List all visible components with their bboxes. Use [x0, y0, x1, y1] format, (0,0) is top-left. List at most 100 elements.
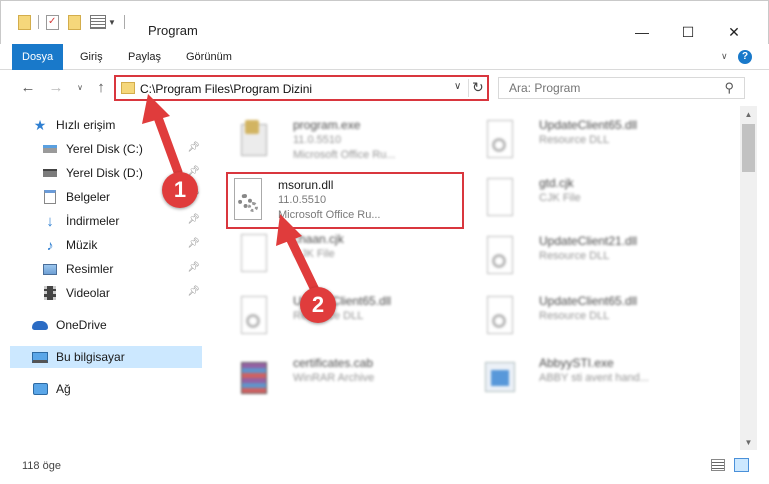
file-description: Microsoft Office Ru...	[293, 149, 396, 161]
scrollbar-thumb[interactable]	[742, 124, 755, 172]
pin-icon[interactable]: 📌︎	[187, 214, 200, 225]
sidebar-item-local-disk-c[interactable]: Yerel Disk (C:) 📌︎	[10, 138, 202, 160]
status-bar: 118 öge	[0, 450, 769, 484]
chevron-down-icon: ∨	[77, 82, 83, 92]
forward-button[interactable]: →	[47, 78, 65, 96]
file-item[interactable]: UpdateClient65.dll Resource DLL	[463, 112, 703, 168]
gear-file-icon	[232, 178, 266, 222]
file-name: UpdateClient65.dll	[539, 118, 638, 132]
archive-icon	[237, 356, 271, 400]
file-item[interactable]: gtd.cjk CJK File	[463, 170, 703, 226]
tab-home[interactable]: Giriş	[80, 44, 103, 70]
pictures-icon	[42, 262, 58, 276]
properties-icon[interactable]: ✓	[46, 14, 59, 30]
file-description: WinRAR Archive	[293, 372, 375, 384]
chevron-down-icon[interactable]: ∨	[721, 51, 728, 62]
file-item[interactable]: chaan.cjk CJK File	[217, 226, 457, 282]
sidebar-item-quick-access[interactable]: ★ Hızlı erişim	[10, 114, 202, 136]
file-description: CJK File	[539, 192, 581, 204]
file-item-highlighted[interactable]: msorun.dll 11.0.5510 Microsoft Office Ru…	[226, 172, 464, 229]
sidebar-item-downloads[interactable]: ↓ İndirmeler 📌︎	[10, 210, 202, 232]
search-input[interactable]	[509, 78, 709, 98]
chevron-down-icon[interactable]: ▼	[108, 18, 116, 27]
sidebar-item-onedrive[interactable]: OneDrive	[10, 314, 202, 336]
minimize-icon: —	[635, 24, 649, 40]
pin-icon[interactable]: 📌︎	[187, 262, 200, 273]
ribbon-tabs: Dosya Giriş Paylaş Görünüm ∨ ?	[0, 44, 769, 70]
step-badge-2: 2	[300, 287, 336, 323]
pin-icon[interactable]: 📌︎	[187, 142, 200, 153]
step-badge-1: 1	[162, 172, 198, 208]
file-name: gtd.cjk	[539, 176, 574, 190]
drive-icon	[42, 166, 58, 180]
file-item[interactable]: program.exe 11.0.5510 Microsoft Office R…	[217, 112, 457, 168]
up-button[interactable]: ↑	[92, 78, 110, 96]
cloud-icon	[32, 318, 48, 332]
address-bar[interactable]: C:\Program Files\Program Dizini ∨ ↻	[114, 75, 489, 101]
tiles-view-icon[interactable]	[734, 458, 749, 472]
file-description: Resource DLL	[539, 310, 610, 322]
folder-icon[interactable]	[18, 14, 31, 30]
sidebar-item-label: Yerel Disk (D:)	[66, 166, 143, 180]
search-box[interactable]: ⚲	[498, 77, 745, 99]
file-item[interactable]: UpdateClient65.dll Resource DLL	[217, 288, 457, 344]
sidebar-item-music[interactable]: ♪ Müzik 📌︎	[10, 234, 202, 256]
file-version: 11.0.5510	[293, 134, 342, 146]
computer-icon	[32, 350, 48, 364]
refresh-icon[interactable]: ↻	[472, 79, 484, 96]
separator	[468, 79, 469, 97]
maximize-button[interactable]: ☐	[665, 19, 711, 45]
tab-share[interactable]: Paylaş	[128, 44, 161, 70]
back-button[interactable]: ←	[19, 78, 37, 96]
file-item[interactable]: certificates.cab WinRAR Archive	[217, 350, 457, 406]
dll-icon	[483, 234, 517, 278]
file-name: program.exe	[293, 118, 361, 132]
pin-icon[interactable]: 📌︎	[187, 286, 200, 297]
network-icon	[32, 382, 48, 396]
sidebar-item-label: Yerel Disk (C:)	[66, 142, 143, 156]
navigation-bar: ← → ∨ ↑ C:\Program Files\Program Dizini …	[0, 70, 769, 106]
blank-file-icon	[237, 232, 271, 276]
sidebar-item-label: Bu bilgisayar	[56, 350, 125, 364]
chevron-down-icon[interactable]: ∨	[454, 81, 461, 92]
pin-icon[interactable]: 📌︎	[187, 238, 200, 249]
file-description: ABBY sti avent hand...	[539, 372, 649, 384]
file-item[interactable]: AbbyySTI.exe ABBY sti avent hand...	[463, 350, 703, 406]
tab-view[interactable]: Görünüm	[186, 44, 232, 70]
sidebar-item-network[interactable]: Ağ	[10, 378, 202, 400]
help-icon[interactable]: ?	[738, 50, 752, 64]
file-item[interactable]: UpdateClient65.dll Resource DLL	[463, 288, 703, 344]
quick-access-toolbar: ✓ ▼	[18, 13, 133, 31]
arrow-left-icon: ←	[20, 78, 36, 96]
tab-file[interactable]: Dosya	[12, 44, 64, 70]
separator	[38, 15, 39, 29]
search-icon: ⚲	[724, 80, 734, 95]
sidebar-item-label: Videolar	[66, 286, 110, 300]
separator	[123, 15, 125, 29]
sidebar-item-videos[interactable]: Videolar 📌︎	[10, 282, 202, 304]
dll-icon	[483, 294, 517, 338]
file-description: Resource DLL	[539, 134, 610, 146]
exe-icon	[237, 118, 271, 162]
vertical-scrollbar[interactable]: ▲ ▼	[740, 106, 757, 450]
close-button[interactable]: ✕	[711, 19, 757, 45]
sidebar-item-pictures[interactable]: Resimler 📌︎	[10, 258, 202, 280]
address-path: C:\Program Files\Program Dizini	[140, 82, 313, 96]
new-folder-icon[interactable]	[68, 14, 81, 30]
scroll-down-icon[interactable]: ▼	[740, 434, 757, 450]
file-name: certificates.cab	[293, 356, 374, 370]
dll-icon	[483, 118, 517, 162]
sidebar-item-this-pc[interactable]: Bu bilgisayar	[10, 346, 202, 368]
drive-icon	[42, 142, 58, 156]
file-description: CJK File	[293, 248, 335, 260]
navigation-pane: ★ Hızlı erişim Yerel Disk (C:) 📌︎ Yerel …	[0, 106, 205, 450]
customize-toolbar-icon[interactable]	[90, 15, 106, 29]
file-item[interactable]: UpdateClient21.dll Resource DLL	[463, 228, 703, 284]
scroll-up-icon[interactable]: ▲	[740, 106, 757, 122]
details-view-icon[interactable]	[711, 459, 725, 471]
minimize-button[interactable]: —	[619, 19, 665, 45]
sidebar-item-label: Ağ	[56, 382, 71, 396]
recent-locations-button[interactable]: ∨	[71, 78, 89, 96]
maximize-icon: ☐	[681, 23, 695, 40]
folder-icon	[121, 82, 135, 94]
